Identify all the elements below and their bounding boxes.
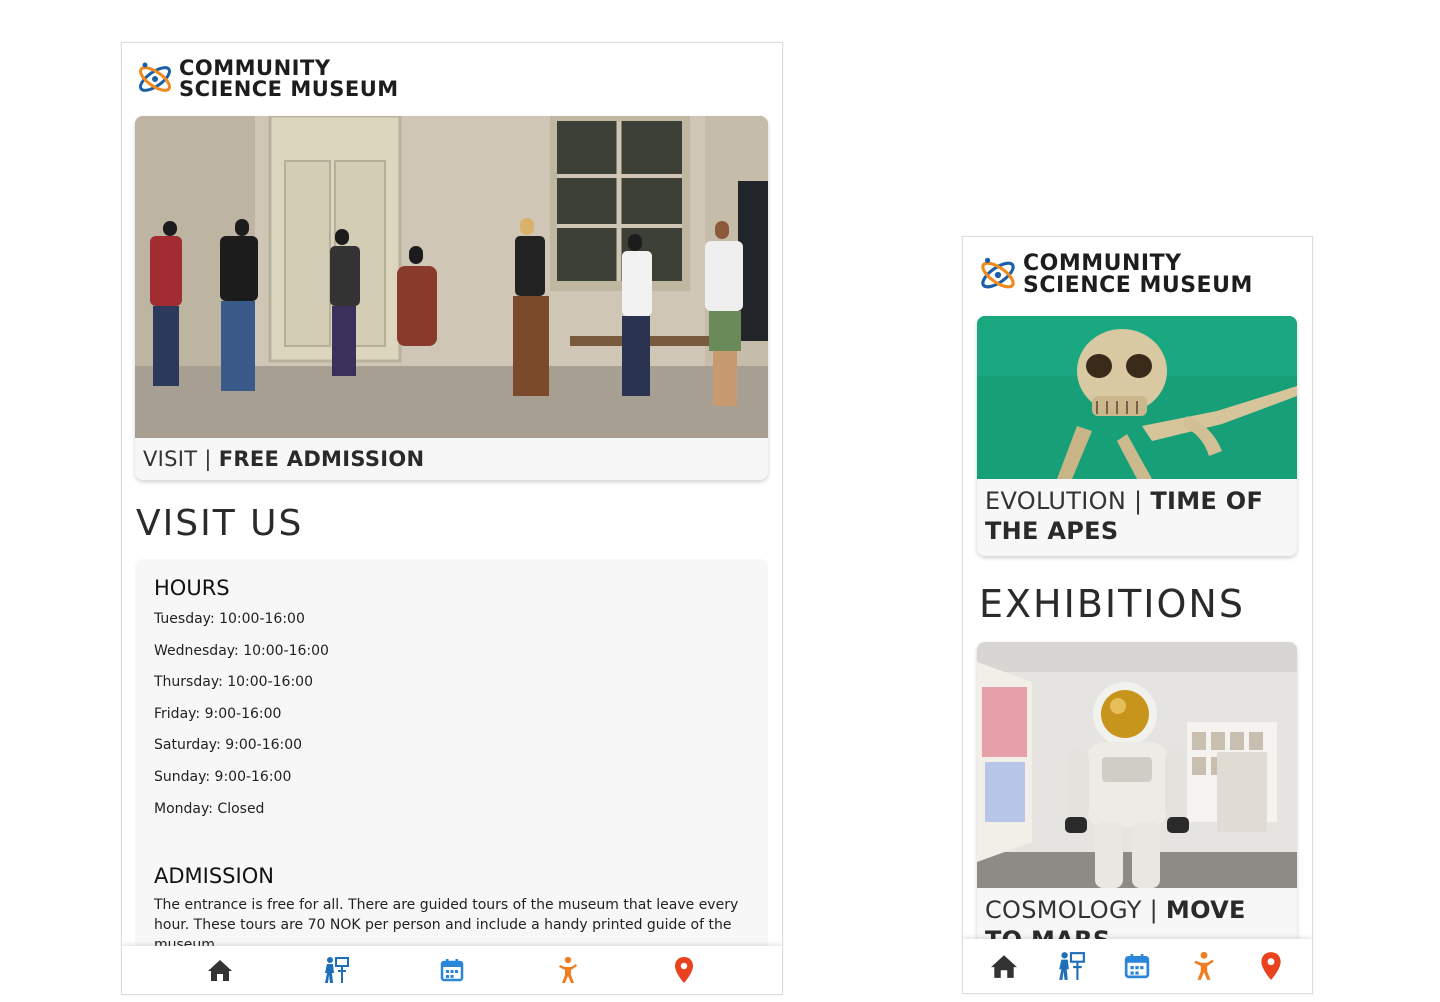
cosmology-exhibit-image: [977, 642, 1297, 888]
home-icon: [208, 960, 232, 981]
visit-hero-caption: VISIT | FREE ADMISSION: [135, 438, 768, 480]
atom-logo-icon: [981, 257, 1015, 289]
visit-info-panel: HOURS Tuesday: 10:00-16:00 Wednesday: 10…: [135, 559, 768, 959]
hours-item: Tuesday: 10:00-16:00: [154, 611, 305, 627]
visit-screen: COMMUNITY SCIENCE MUSEUM VISIT | FREE AD…: [121, 42, 783, 995]
caption-category: EVOLUTION |: [985, 487, 1151, 515]
hours-item: Monday: Closed: [154, 800, 265, 817]
nav-home[interactable]: [200, 950, 240, 990]
evolution-exhibit-card[interactable]: EVOLUTION | TIME OF THE APES: [977, 316, 1297, 556]
nav-activities[interactable]: [1184, 946, 1224, 986]
hours-item: Friday: 9:00-16:00: [154, 705, 282, 722]
guide-icon: [1059, 952, 1085, 980]
caption-title: FREE ADMISSION: [218, 447, 425, 471]
atom-logo-icon: [139, 62, 171, 92]
calendar-icon: [440, 959, 464, 982]
visit-hero-image: [135, 116, 768, 438]
hours-item: Sunday: 9:00-16:00: [154, 768, 292, 785]
location-pin-icon: [675, 957, 693, 983]
hours-item: Wednesday: 10:00-16:00: [154, 642, 329, 659]
evolution-exhibit-image: [977, 316, 1297, 479]
hours-item: Thursday: 10:00-16:00: [154, 674, 313, 691]
hours-list: Tuesday: 10:00-16:00 Wednesday: 10:00-16…: [154, 609, 329, 830]
bottom-nav: [963, 939, 1312, 993]
nav-location[interactable]: [664, 950, 704, 990]
cosmology-exhibit-card[interactable]: COSMOLOGY | MOVE TO MARS: [977, 642, 1297, 962]
exhibitions-screen: COMMUNITY SCIENCE MUSEUM EVOLUTION | TIM…: [962, 236, 1313, 994]
page-title: VISIT US: [136, 503, 304, 544]
logo-line-1: COMMUNITY: [1023, 251, 1182, 276]
nav-home[interactable]: [984, 946, 1024, 986]
logo-text: COMMUNITY SCIENCE MUSEUM: [179, 58, 399, 100]
evolution-exhibit-caption: EVOLUTION | TIME OF THE APES: [977, 479, 1297, 546]
nav-calendar[interactable]: [1117, 946, 1157, 986]
nav-guide[interactable]: [1051, 946, 1091, 986]
logo-line-1: COMMUNITY: [179, 56, 331, 80]
page-title: EXHIBITIONS: [979, 582, 1245, 626]
location-pin-icon: [1261, 952, 1281, 980]
home-icon: [991, 955, 1018, 978]
museum-logo[interactable]: COMMUNITY SCIENCE MUSEUM: [135, 57, 399, 101]
bottom-nav: [122, 946, 782, 994]
nav-calendar[interactable]: [432, 950, 472, 990]
activity-icon: [1194, 951, 1214, 980]
hours-heading: HOURS: [154, 576, 230, 600]
hours-item: Saturday: 9:00-16:00: [154, 737, 303, 754]
nav-activities[interactable]: [548, 950, 588, 990]
nav-guide[interactable]: [316, 950, 356, 990]
admission-heading: ADMISSION: [154, 864, 274, 888]
calendar-icon: [1125, 954, 1150, 979]
logo-text: COMMUNITY SCIENCE MUSEUM: [1023, 253, 1253, 297]
activity-icon: [559, 956, 577, 983]
caption-category: VISIT |: [143, 447, 219, 471]
museum-logo[interactable]: COMMUNITY SCIENCE MUSEUM: [977, 252, 1253, 298]
logo-line-2: SCIENCE MUSEUM: [1023, 273, 1253, 298]
visit-hero-card[interactable]: VISIT | FREE ADMISSION: [135, 116, 768, 480]
caption-category: COSMOLOGY |: [985, 896, 1166, 924]
nav-location[interactable]: [1251, 946, 1291, 986]
logo-line-2: SCIENCE MUSEUM: [179, 77, 399, 101]
guide-icon: [325, 957, 349, 983]
